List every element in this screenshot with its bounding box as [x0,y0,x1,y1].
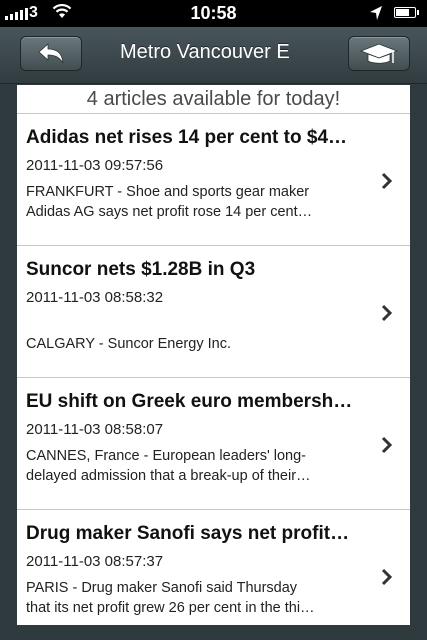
article-summary-line: CANNES, France - European leaders' long- [26,448,307,464]
chevron-right-icon [381,172,393,190]
article-item[interactable]: Drug maker Sanofi says net profit… 2011-… [17,510,410,625]
battery-icon [394,7,419,18]
article-title: Suncor nets $1.28B in Q3 [26,259,256,280]
status-bar: 3 10:58 [0,0,427,27]
article-list-panel: 4 articles available for today! Adidas n… [17,85,410,625]
article-date: 2011-11-03 08:57:37 [26,553,164,570]
graduation-cap-icon [359,43,399,64]
article-item[interactable]: Suncor nets $1.28B in Q3 2011-11-03 08:5… [17,246,410,378]
article-summary: FRANKFURT - Shoe and sports gear maker A… [26,182,376,222]
chevron-right-icon [381,436,393,454]
chevron-right-icon [381,568,393,586]
location-arrow-icon [370,6,382,20]
article-date: 2011-11-03 08:58:07 [26,421,164,438]
navigation-bar: Metro Vancouver E [0,27,427,84]
article-title: Adidas net rises 14 per cent to $4… [26,127,348,148]
article-summary-line [26,314,376,334]
article-item[interactable]: Adidas net rises 14 per cent to $4… 2011… [17,114,410,246]
article-date: 2011-11-03 08:58:32 [26,289,164,306]
home-button[interactable] [348,36,410,71]
article-summary-line: that its net profit grew 26 per cent in … [26,600,315,616]
nav-title: Metro Vancouver E [120,41,290,63]
article-summary-line: FRANKFURT - Shoe and sports gear maker [26,184,310,200]
back-button[interactable] [20,36,82,71]
back-arrow-icon [38,42,64,63]
article-title: Drug maker Sanofi says net profit… [26,523,350,544]
chevron-right-icon [381,304,393,322]
article-title: EU shift on Greek euro membersh… [26,391,353,412]
articles-count-header: 4 articles available for today! [17,85,410,114]
article-summary-line: CALGARY - Suncor Energy Inc. [26,336,231,352]
article-summary-line: PARIS - Drug maker Sanofi said Thursday [26,580,298,596]
battery-level [396,9,409,16]
article-summary: PARIS - Drug maker Sanofi said Thursday … [26,578,376,618]
status-time: 10:58 [190,3,237,23]
article-item[interactable]: EU shift on Greek euro membersh… 2011-11… [17,378,410,510]
article-summary-line: Adidas AG says net profit rose 14 per ce… [26,204,313,220]
article-date: 2011-11-03 09:57:56 [26,157,164,174]
article-summary: CALGARY - Suncor Energy Inc. [26,314,376,354]
article-summary: CANNES, France - European leaders' long-… [26,446,376,486]
article-summary-line: delayed admission that a break-up of the… [26,468,311,484]
